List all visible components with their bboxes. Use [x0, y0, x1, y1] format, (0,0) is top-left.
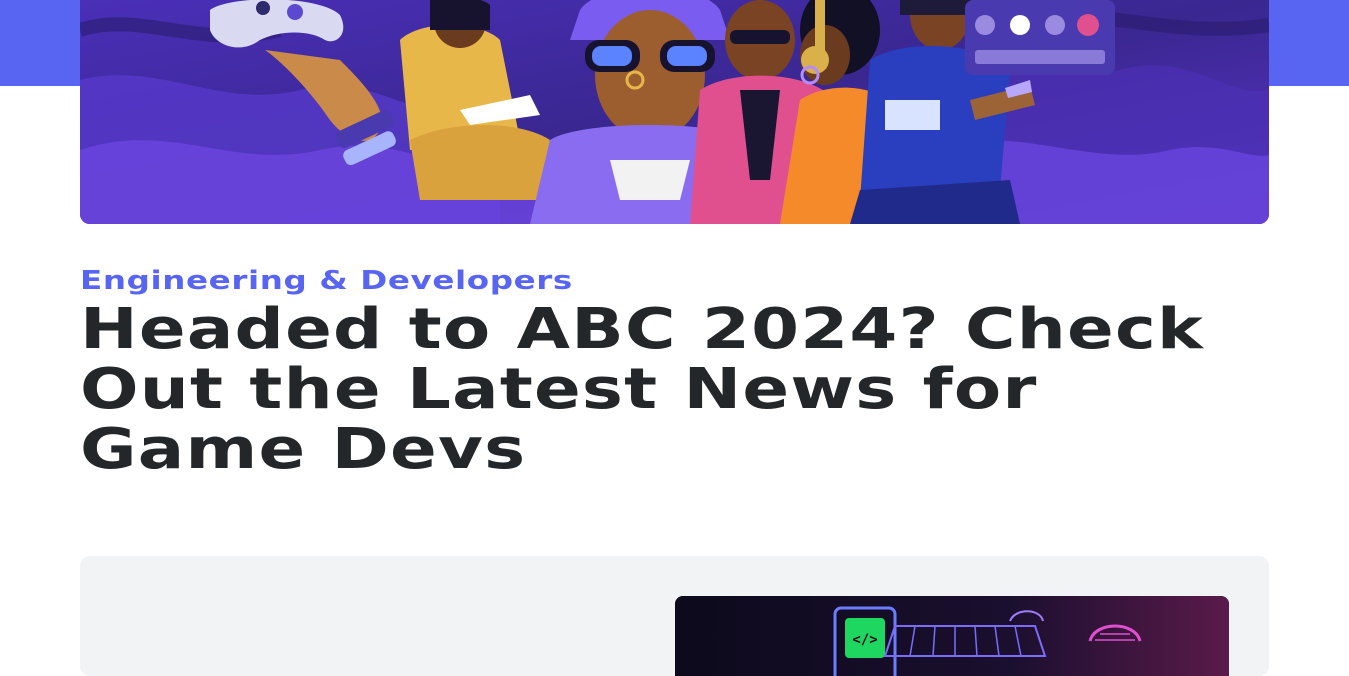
- card-image: </>: [675, 596, 1229, 676]
- hero-image: [80, 0, 1269, 224]
- hero-illustration: [80, 0, 1269, 224]
- card-illustration: </>: [675, 596, 1229, 676]
- article-title: Headed to ABC 2024? Check Out the Latest…: [80, 297, 1205, 482]
- content-card: </>: [80, 556, 1269, 676]
- article-category[interactable]: Engineering & Developers: [80, 266, 573, 296]
- svg-text:</>: </>: [852, 632, 877, 648]
